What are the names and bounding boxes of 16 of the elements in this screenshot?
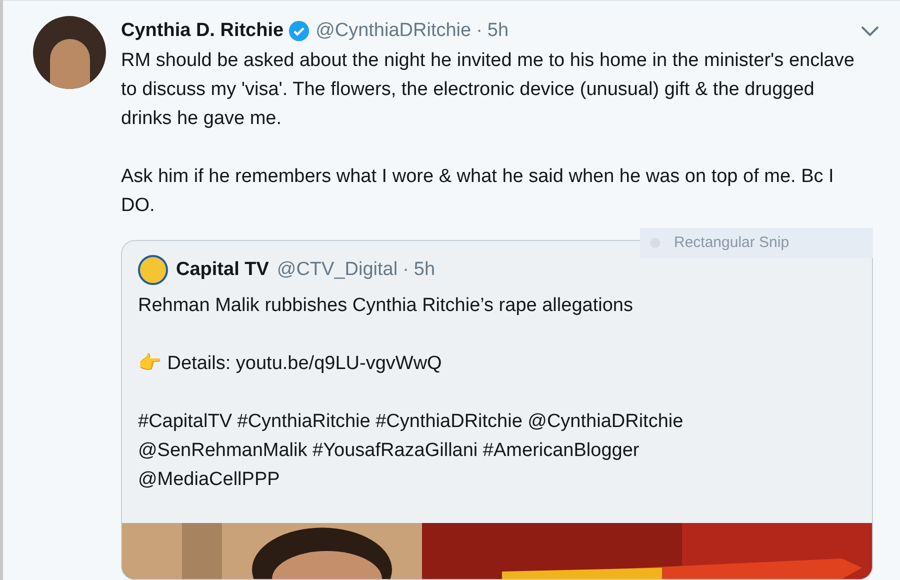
tweet-text: RM should be asked about the night he invited me to his home in the minister's enclave to discuss my 'visa'. The flowers, the electronic device (unusual) gift & the drugged drinks he gave me. xyxy=(121,49,856,131)
tooltip-label: Rectangular Snip xyxy=(674,232,790,253)
quoted-author-handle[interactable]: @CTV_Digital xyxy=(276,256,398,284)
quoted-tweet-time: 5h xyxy=(414,258,436,282)
quoted-author-name[interactable]: Capital TV xyxy=(176,256,269,284)
tweet-time[interactable]: 5h xyxy=(487,16,509,46)
quoted-tweet-text: #CapitalTV #CynthiaRitchie #CynthiaDRitchie @CynthiaDRitchie @SenRehmanMalik #YousafRazaGillani #AmericanBlogger @MediaCellPPP xyxy=(138,410,684,492)
author-name[interactable]: Cynthia D. Ritchie xyxy=(121,16,284,46)
separator-dot: · xyxy=(476,18,482,43)
author-handle[interactable]: @CynthiaDRitchie xyxy=(316,16,472,46)
chevron-down-icon[interactable] xyxy=(860,25,880,37)
separator-dot: · xyxy=(402,258,409,282)
channel-logo-icon xyxy=(138,255,168,285)
quoted-tweet-text: 👉 Details: youtu.be/q9LU-vgvWwQ xyxy=(138,352,443,376)
quoted-tweet-text: Rehman Malik rubbishes Cynthia Ritchie’s rape allegations xyxy=(138,294,634,318)
tweet-text: Ask him if he remembers what I wore & what he said when he was on top of me. Bc I DO. xyxy=(121,165,835,218)
